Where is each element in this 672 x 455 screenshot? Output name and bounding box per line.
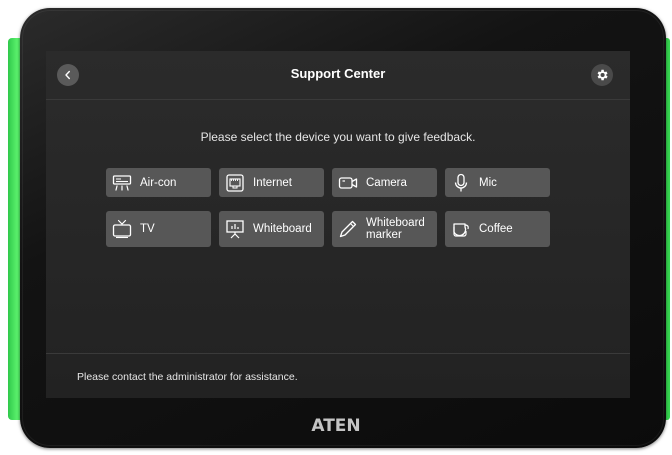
screen: Support Center Please select the device …: [46, 51, 630, 398]
marker-pen-icon: [339, 220, 357, 238]
device-label: Air-con: [140, 176, 177, 189]
footer-bar: Please contact the administrator for ass…: [46, 353, 630, 398]
device-button-internet[interactable]: Internet: [219, 168, 324, 197]
footer-help-text: Please contact the administrator for ass…: [77, 371, 298, 383]
microphone-icon: [454, 173, 468, 191]
device-label: Coffee: [479, 223, 513, 235]
device-label: TV: [140, 223, 155, 235]
tv-icon: [112, 219, 132, 239]
whiteboard-icon: [226, 220, 244, 239]
device-label: Camera: [366, 176, 407, 189]
header-bar: Support Center: [46, 51, 630, 100]
device-button-camera[interactable]: Camera: [332, 168, 437, 197]
brand-logo: ATEN: [311, 416, 361, 436]
device-button-air-con[interactable]: Air-con: [106, 168, 211, 197]
device-button-mic[interactable]: Mic: [445, 168, 550, 197]
device-grid: Air-con Internet Camera Mic TV Whiteboar…: [106, 168, 550, 247]
gear-icon: [597, 69, 608, 81]
device-button-whiteboard-marker[interactable]: Whiteboard marker: [332, 211, 437, 247]
device-label: Whiteboard: [253, 223, 312, 235]
device-label: Internet: [253, 176, 292, 189]
coffee-pot-icon: [453, 223, 469, 237]
page-title: Support Center: [290, 66, 386, 81]
device-button-tv[interactable]: TV: [106, 211, 211, 247]
network-port-icon: [226, 173, 244, 192]
air-conditioner-icon: [112, 174, 132, 191]
device-label: Whiteboard marker: [366, 217, 425, 241]
device-label: Mic: [479, 176, 497, 189]
instruction-text: Please select the device you want to giv…: [200, 130, 476, 144]
settings-button[interactable]: [591, 64, 613, 86]
camera-icon: [338, 176, 358, 189]
device-button-whiteboard[interactable]: Whiteboard: [219, 211, 324, 247]
device-button-coffee[interactable]: Coffee: [445, 211, 550, 247]
